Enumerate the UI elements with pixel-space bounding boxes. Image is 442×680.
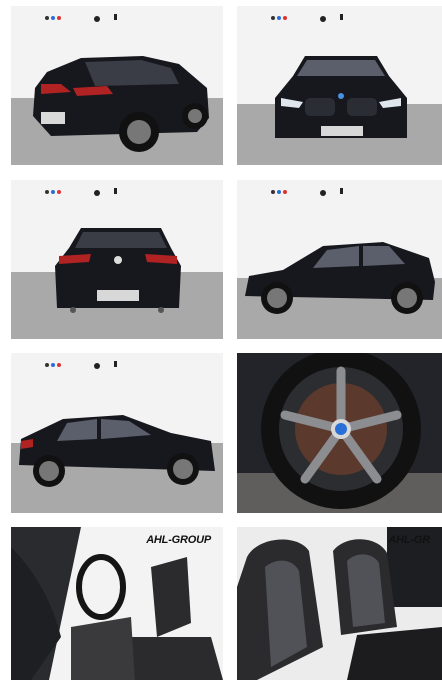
car-photo-side-right xyxy=(237,180,442,339)
gallery-photo-4[interactable] xyxy=(237,180,442,339)
car-photo-side-left xyxy=(11,353,223,513)
interior-seats-photo xyxy=(237,527,442,680)
gallery-photo-2[interactable] xyxy=(237,6,442,165)
gallery-photo-5[interactable] xyxy=(11,353,223,513)
gallery-photo-1[interactable] xyxy=(11,6,223,165)
wheel-closeup-photo xyxy=(237,353,442,513)
gallery-photo-7[interactable]: AHL-GROUP xyxy=(11,527,223,680)
car-photo-front xyxy=(237,6,442,165)
gallery-photo-8[interactable]: AHL-GR xyxy=(237,527,442,680)
dealer-watermark: AHL-GR xyxy=(388,534,430,546)
gallery-photo-3[interactable] xyxy=(11,180,223,339)
car-photo-rear-three-quarter xyxy=(11,6,223,165)
gallery-photo-6[interactable] xyxy=(237,353,442,513)
interior-driver-photo xyxy=(11,527,223,680)
car-photo-rear xyxy=(11,180,223,339)
dealer-watermark: AHL-GROUP xyxy=(146,534,211,546)
